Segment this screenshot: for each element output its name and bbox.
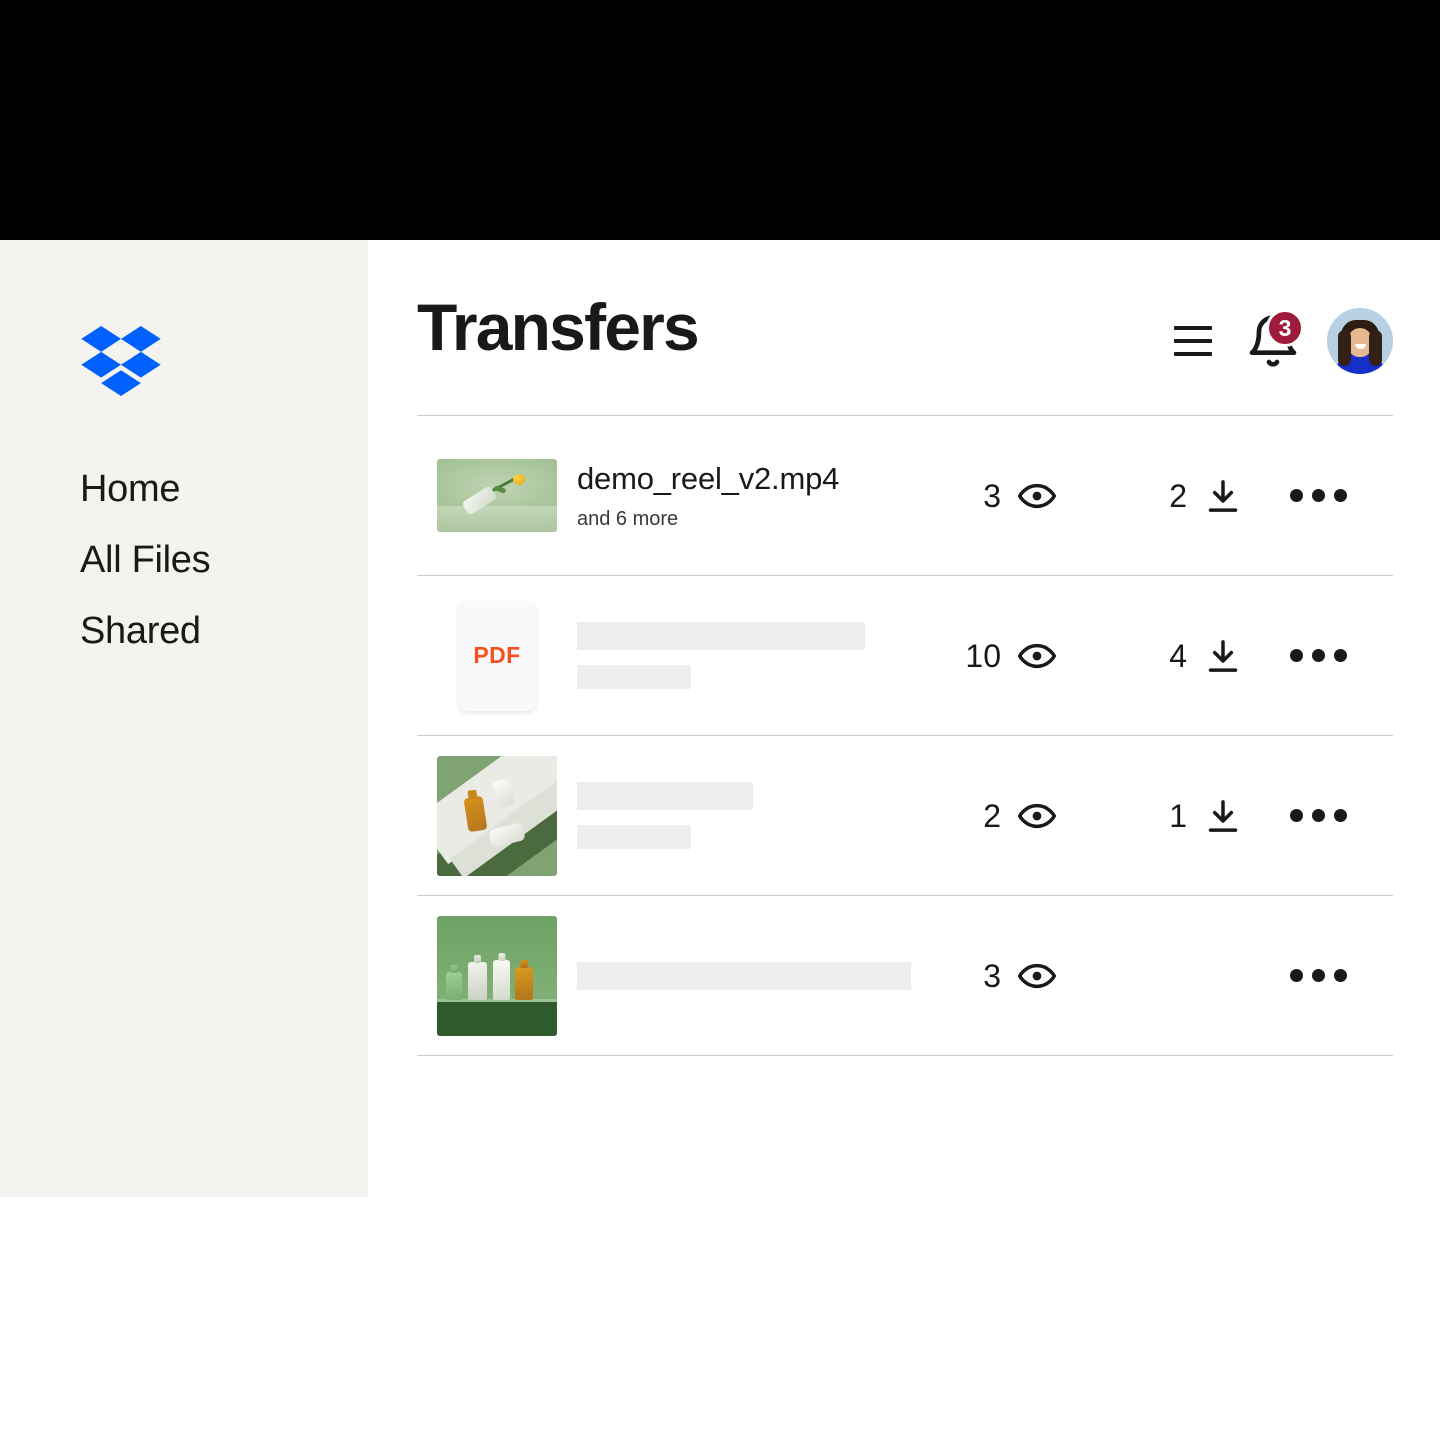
downloads-stat: 1 bbox=[1091, 796, 1243, 836]
avatar[interactable] bbox=[1327, 308, 1393, 374]
bottles-shelf-thumbnail bbox=[437, 915, 557, 1036]
more-options-icon bbox=[1289, 489, 1347, 502]
more-options-button[interactable] bbox=[1243, 969, 1393, 982]
pdf-label: PDF bbox=[473, 642, 521, 668]
downloads-count: 1 bbox=[1169, 797, 1187, 834]
more-options-button[interactable] bbox=[1243, 809, 1393, 822]
row-thumbnail bbox=[417, 915, 577, 1036]
page-title: Transfers bbox=[417, 290, 700, 364]
row-name-cell bbox=[577, 622, 905, 689]
sidebar-item-shared[interactable]: Shared bbox=[80, 612, 210, 650]
sidebar-item-all-files[interactable]: All Files bbox=[80, 541, 211, 579]
eye-icon bbox=[1017, 803, 1057, 828]
table-row[interactable]: PDF 10 4 bbox=[417, 576, 1393, 735]
eye-icon bbox=[1017, 643, 1057, 668]
views-stat: 2 bbox=[905, 796, 1057, 836]
notification-bell-button[interactable]: 3 bbox=[1245, 309, 1304, 369]
file-name: demo_reel_v2.mp4 bbox=[577, 460, 840, 496]
pdf-file-icon: PDF bbox=[458, 600, 536, 711]
notification-badge: 3 bbox=[1266, 309, 1304, 347]
hamburger-menu-icon[interactable] bbox=[1171, 319, 1215, 363]
table-row[interactable]: 3 bbox=[417, 896, 1393, 1055]
row-name-cell bbox=[577, 961, 911, 990]
placeholder-group bbox=[577, 622, 905, 689]
top-black-bar bbox=[0, 0, 1440, 240]
row-thumbnail bbox=[417, 459, 577, 532]
row-name-cell bbox=[577, 782, 905, 849]
eye-icon bbox=[1017, 483, 1057, 508]
downloads-count: 4 bbox=[1169, 637, 1187, 674]
views-stat: 3 bbox=[905, 476, 1057, 516]
views-count: 2 bbox=[983, 797, 1001, 834]
row-name-cell: demo_reel_v2.mp4 and 6 more bbox=[577, 460, 905, 531]
more-options-button[interactable] bbox=[1243, 489, 1393, 502]
placeholder-group bbox=[577, 961, 911, 990]
views-count: 10 bbox=[965, 637, 1001, 674]
list-divider bbox=[417, 1055, 1393, 1056]
table-row[interactable]: demo_reel_v2.mp4 and 6 more 3 2 bbox=[417, 416, 1393, 575]
dropbox-logo-icon[interactable] bbox=[80, 326, 162, 398]
page-header: Transfers 3 bbox=[417, 294, 1393, 400]
row-thumbnail: PDF bbox=[417, 600, 577, 711]
main-content: Transfers 3 demo_reel_v2.mp4 and 6 more … bbox=[368, 240, 1440, 1440]
placeholder-bar bbox=[577, 825, 691, 849]
more-options-icon bbox=[1289, 649, 1347, 662]
more-options-icon bbox=[1289, 969, 1347, 982]
app-screen: Home All Files Shared Transfers 3 demo_r… bbox=[0, 0, 1440, 1440]
downloads-count: 2 bbox=[1169, 477, 1187, 514]
sidebar-item-home[interactable]: Home bbox=[80, 470, 210, 508]
sidebar-nav: Home All Files Shared bbox=[80, 470, 211, 683]
download-icon bbox=[1208, 639, 1238, 672]
placeholder-group bbox=[577, 782, 905, 849]
views-count: 3 bbox=[983, 477, 1001, 514]
row-thumbnail bbox=[417, 755, 577, 876]
placeholder-bar bbox=[577, 665, 691, 689]
views-stat: 10 bbox=[905, 636, 1057, 676]
placeholder-bar bbox=[577, 622, 865, 650]
file-subtitle: and 6 more bbox=[577, 508, 679, 531]
more-options-icon bbox=[1289, 809, 1347, 822]
download-icon bbox=[1208, 799, 1238, 832]
table-row[interactable]: 2 1 bbox=[417, 736, 1393, 895]
sidebar: Home All Files Shared bbox=[0, 240, 368, 1197]
eye-icon bbox=[1017, 963, 1057, 988]
downloads-stat: 4 bbox=[1091, 636, 1243, 676]
views-stat: 3 bbox=[905, 956, 1057, 996]
product-flatlay-thumbnail bbox=[437, 755, 557, 876]
download-icon bbox=[1208, 479, 1238, 512]
header-actions: 3 bbox=[1171, 308, 1393, 374]
transfers-list: demo_reel_v2.mp4 and 6 more 3 2 PDF 10 4… bbox=[417, 415, 1393, 1056]
video-thumbnail bbox=[437, 459, 557, 532]
more-options-button[interactable] bbox=[1243, 649, 1393, 662]
downloads-stat: 2 bbox=[1091, 476, 1243, 516]
placeholder-bar bbox=[577, 782, 753, 810]
placeholder-bar bbox=[577, 961, 911, 990]
views-count: 3 bbox=[983, 957, 1001, 994]
